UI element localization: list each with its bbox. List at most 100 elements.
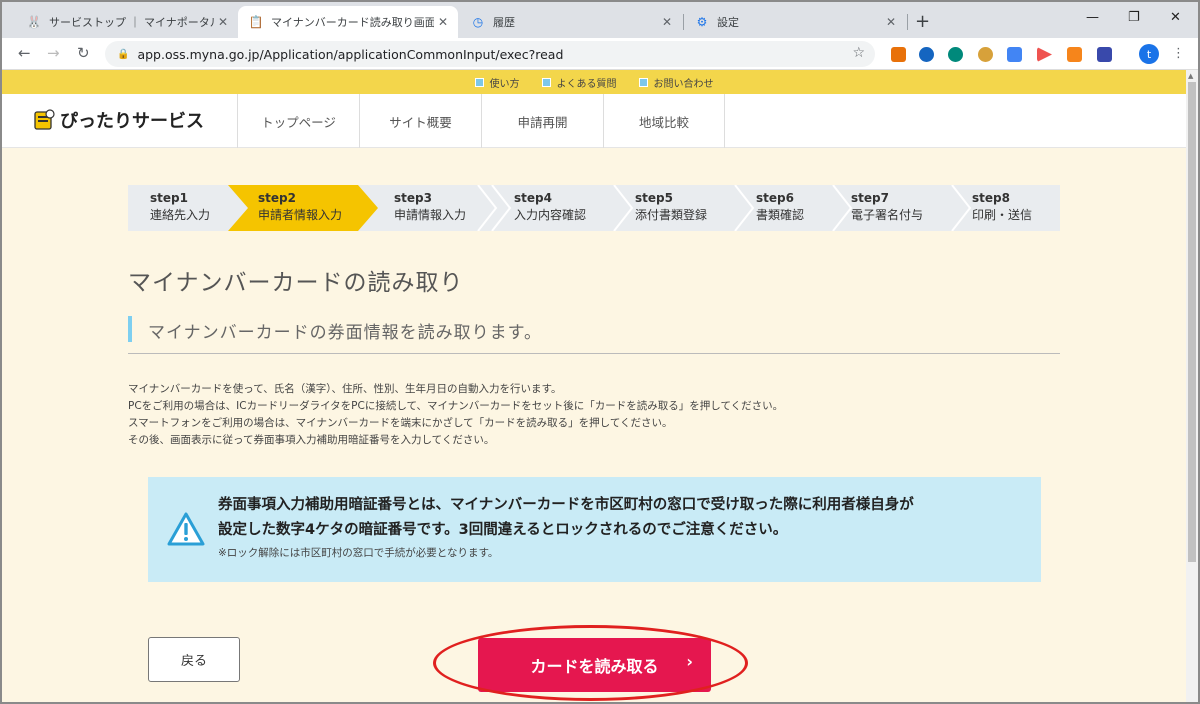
star-icon[interactable]: ☆ [852,45,865,61]
link-faq[interactable]: よくある質問 [541,75,617,90]
step-item-1: step1 連絡先入力 [128,185,230,231]
step-progress: step1 連絡先入力 step2 申請者情報入力 step3 申請情報入力 s… [128,185,1060,231]
step-item-7: step7 電子署名付与 [831,185,956,231]
profile-avatar[interactable]: t [1139,44,1159,64]
description-line: マイナンバーカードを使って、氏名（漢字）、住所、性別、生年月日の自動入力を行いま… [128,383,562,395]
close-icon[interactable]: ✕ [214,15,232,29]
site-logo[interactable]: ぴったりサービス [32,107,204,133]
section-heading-text: マイナンバーカードの券面情報を読み取ります。 [148,323,542,343]
link-label: よくある質問 [556,78,617,90]
browser-toolbar: ← → ↻ 🔒 app.oss.myna.go.jp/Application/a… [2,38,1198,70]
reload-icon[interactable]: ↻ [77,44,90,62]
gear-icon: ⚙ [696,15,708,29]
notice-main-text: 券面事項入力補助用暗証番号とは、マイナンバーカードを市区町村の窓口で受け取った際… [218,493,914,543]
extension-icon[interactable] [948,47,963,62]
step-item-5: step5 添付書類登録 [615,185,735,231]
notice-line: 券面事項入力補助用暗証番号とは、マイナンバーカードを市区町村の窓口で受け取った際… [218,497,914,513]
back-button[interactable]: 戻る [148,637,240,682]
close-icon[interactable]: ✕ [434,15,452,29]
bullet-icon [638,77,648,87]
step-label: 連絡先入力 [150,208,211,222]
page-content: 使い方 よくある質問 お問い合わせ ぴったりサービス トップページ サイト概要 … [2,70,1186,702]
description-line: スマートフォンをご利用の場合は、マイナンバーカードを端末にかざして「カードを読み… [128,417,673,429]
menu-icon[interactable]: ⋮ [1172,46,1185,61]
page-scrollbar[interactable]: ▲ [1186,70,1198,702]
read-card-button-label: カードを読み取る [530,657,659,676]
description-line: その後、画面表示に従って券面事項入力補助用暗証番号を入力してください。 [128,434,495,446]
translate-icon[interactable] [1007,47,1022,62]
read-card-button[interactable]: カードを読み取る › [478,638,711,692]
bunny-icon: 🐰 [26,15,42,29]
step-number: step2 [258,191,296,205]
nav-top-page[interactable]: トップページ [237,94,359,148]
logo-icon [34,109,55,130]
step-item-8: step8 印刷・送信 [952,185,1060,231]
step-number: step5 [635,191,673,205]
cookie-icon[interactable] [978,47,993,62]
step-label: 印刷・送信 [972,208,1033,222]
nav-site-overview[interactable]: サイト概要 [359,94,481,148]
logo-text: ぴったりサービス [60,111,204,132]
link-contact[interactable]: お問い合わせ [638,75,714,90]
top-links-bar: 使い方 よくある質問 お問い合わせ [2,70,1186,94]
tab-title: 設定 [717,16,739,29]
forward-arrow-icon[interactable]: → [47,44,60,62]
step-item-6: step6 書類確認 [736,185,846,231]
window-close-icon[interactable]: ✕ [1170,10,1181,25]
main-nav: トップページ サイト概要 申請再開 地域比較 [237,94,725,148]
url-text: app.oss.myna.go.jp/Application/applicati… [137,46,564,62]
step-label: 電子署名付与 [851,208,924,222]
step-number: step3 [394,191,432,205]
extension-icon[interactable] [891,47,906,62]
step-item-3: step3 申請情報入力 [372,185,492,231]
new-tab-icon[interactable]: + [915,11,930,32]
tab-mynaportal[interactable]: 🐰 サービストップ ｜ マイナポータル ✕ [16,6,238,38]
step-number: step8 [972,191,1010,205]
extension-icon[interactable] [919,47,934,62]
pin-notice-box: 券面事項入力補助用暗証番号とは、マイナンバーカードを市区町村の窓口で受け取った際… [148,477,1041,582]
warning-icon [167,512,205,546]
link-label: 使い方 [489,78,520,90]
description-text: マイナンバーカードを使って、氏名（漢字）、住所、性別、生年月日の自動入力を行いま… [128,381,783,449]
tab-title: サービストップ ｜ マイナポータル [49,16,214,29]
step-label: 申請情報入力 [394,208,467,222]
minimize-icon[interactable]: — [1086,10,1099,25]
section-heading: マイナンバーカードの券面情報を読み取ります。 [128,312,1060,354]
tab-strip: 🐰 サービストップ ｜ マイナポータル ✕ 📋 マイナンバーカード読み取り画面（… [2,2,1198,38]
description-line: PCをご利用の場合は、ICカードリーダライタをPCに接続して、マイナンバーカード… [128,400,784,412]
page-title: マイナンバーカードの読み取り [128,270,464,296]
tab-settings[interactable]: ⚙ 設定 ✕ [684,6,906,38]
close-icon[interactable]: ✕ [882,15,900,29]
extension-icon[interactable] [1097,47,1112,62]
close-icon[interactable]: ✕ [658,15,676,29]
tab-separator [907,14,908,30]
history-icon: ◷ [472,15,484,29]
step-label: 入力内容確認 [514,208,587,222]
step-number: step4 [514,191,552,205]
step-item-2: step2 申請者情報入力 [228,185,378,231]
nav-resume-application[interactable]: 申請再開 [481,94,603,148]
site-header: ぴったりサービス トップページ サイト概要 申請再開 地域比較 [2,94,1186,148]
back-arrow-icon[interactable]: ← [18,44,31,62]
chevron-right-icon: › [686,652,693,671]
bullet-icon [474,77,484,87]
nav-region-compare[interactable]: 地域比較 [603,94,725,148]
address-bar[interactable]: 🔒 app.oss.myna.go.jp/Application/applica… [105,41,875,67]
fox-icon[interactable] [1067,47,1082,62]
maximize-icon[interactable]: ❐ [1128,10,1140,25]
lock-icon: 🔒 [117,48,130,60]
scroll-up-icon[interactable]: ▲ [1188,72,1193,80]
notice-sub-text: ※ロック解除には市区町村の窓口で手続が必要となります。 [218,547,499,559]
scrollbar-thumb[interactable] [1188,82,1196,562]
step-label: 申請者情報入力 [258,208,343,222]
link-how-to-use[interactable]: 使い方 [474,75,520,90]
link-label: お問い合わせ [653,78,714,90]
pittari-icon: 📋 [248,15,264,29]
step-label: 添付書類登録 [635,208,708,222]
step-number: step7 [851,191,889,205]
tab-history[interactable]: ◷ 履歴 ✕ [460,6,682,38]
browser-window: 🐰 サービストップ ｜ マイナポータル ✕ 📋 マイナンバーカード読み取り画面（… [0,0,1200,704]
tab-card-reader[interactable]: 📋 マイナンバーカード読み取り画面（券 ✕ [238,6,458,38]
bullet-icon [541,77,551,87]
extension-icon[interactable] [1037,47,1052,62]
